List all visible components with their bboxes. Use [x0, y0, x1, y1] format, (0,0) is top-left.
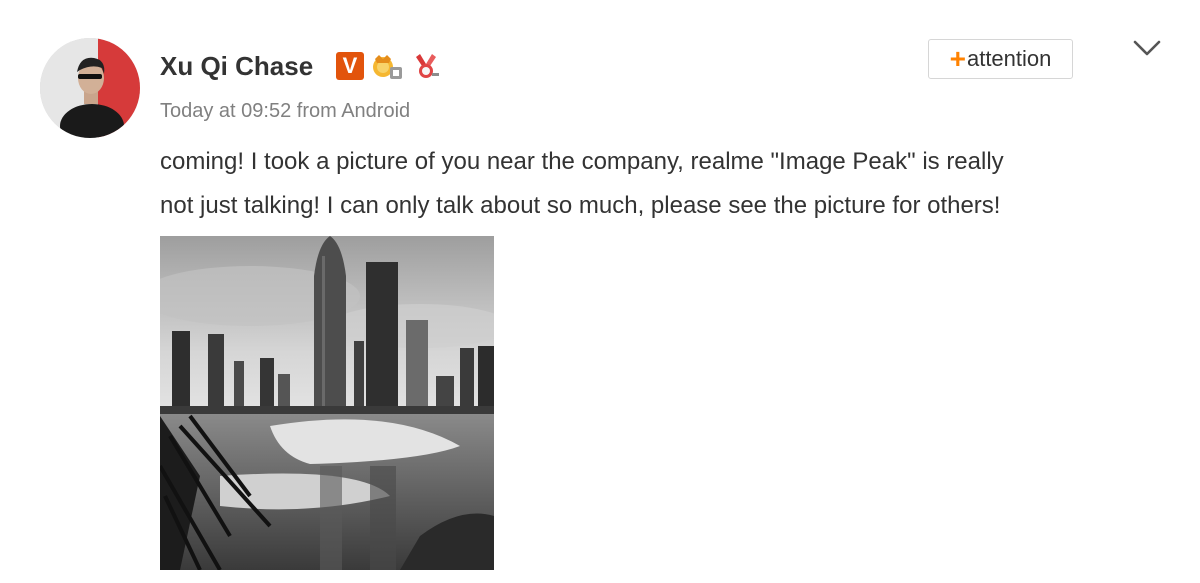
- medal-icon[interactable]: [410, 51, 444, 81]
- avatar-image: [40, 38, 140, 138]
- weibo-post-card: Xu Qi Chase V Today at 09:52 from Androi…: [0, 0, 1200, 583]
- post-time-source[interactable]: Today at 09:52 from Android: [160, 98, 410, 124]
- post-text-line: not just talking! I can only talk about …: [160, 192, 1001, 219]
- plus-icon: +: [949, 43, 966, 74]
- post-image[interactable]: [160, 236, 494, 570]
- author-name[interactable]: Xu Qi Chase: [160, 50, 313, 82]
- verified-v-badge[interactable]: V: [336, 52, 364, 80]
- follow-button-label: attention: [966, 46, 1052, 71]
- chevron-down-icon[interactable]: [1130, 36, 1164, 60]
- author-avatar[interactable]: [40, 38, 140, 138]
- author-badges: V: [336, 51, 444, 81]
- post-text: coming! I took a picture of you near the…: [160, 140, 1170, 228]
- follow-button[interactable]: + attention: [928, 39, 1073, 79]
- vip-membership-icon[interactable]: [370, 51, 404, 81]
- skyline-photo: [160, 236, 494, 570]
- post-text-line: coming! I took a picture of you near the…: [160, 148, 1004, 175]
